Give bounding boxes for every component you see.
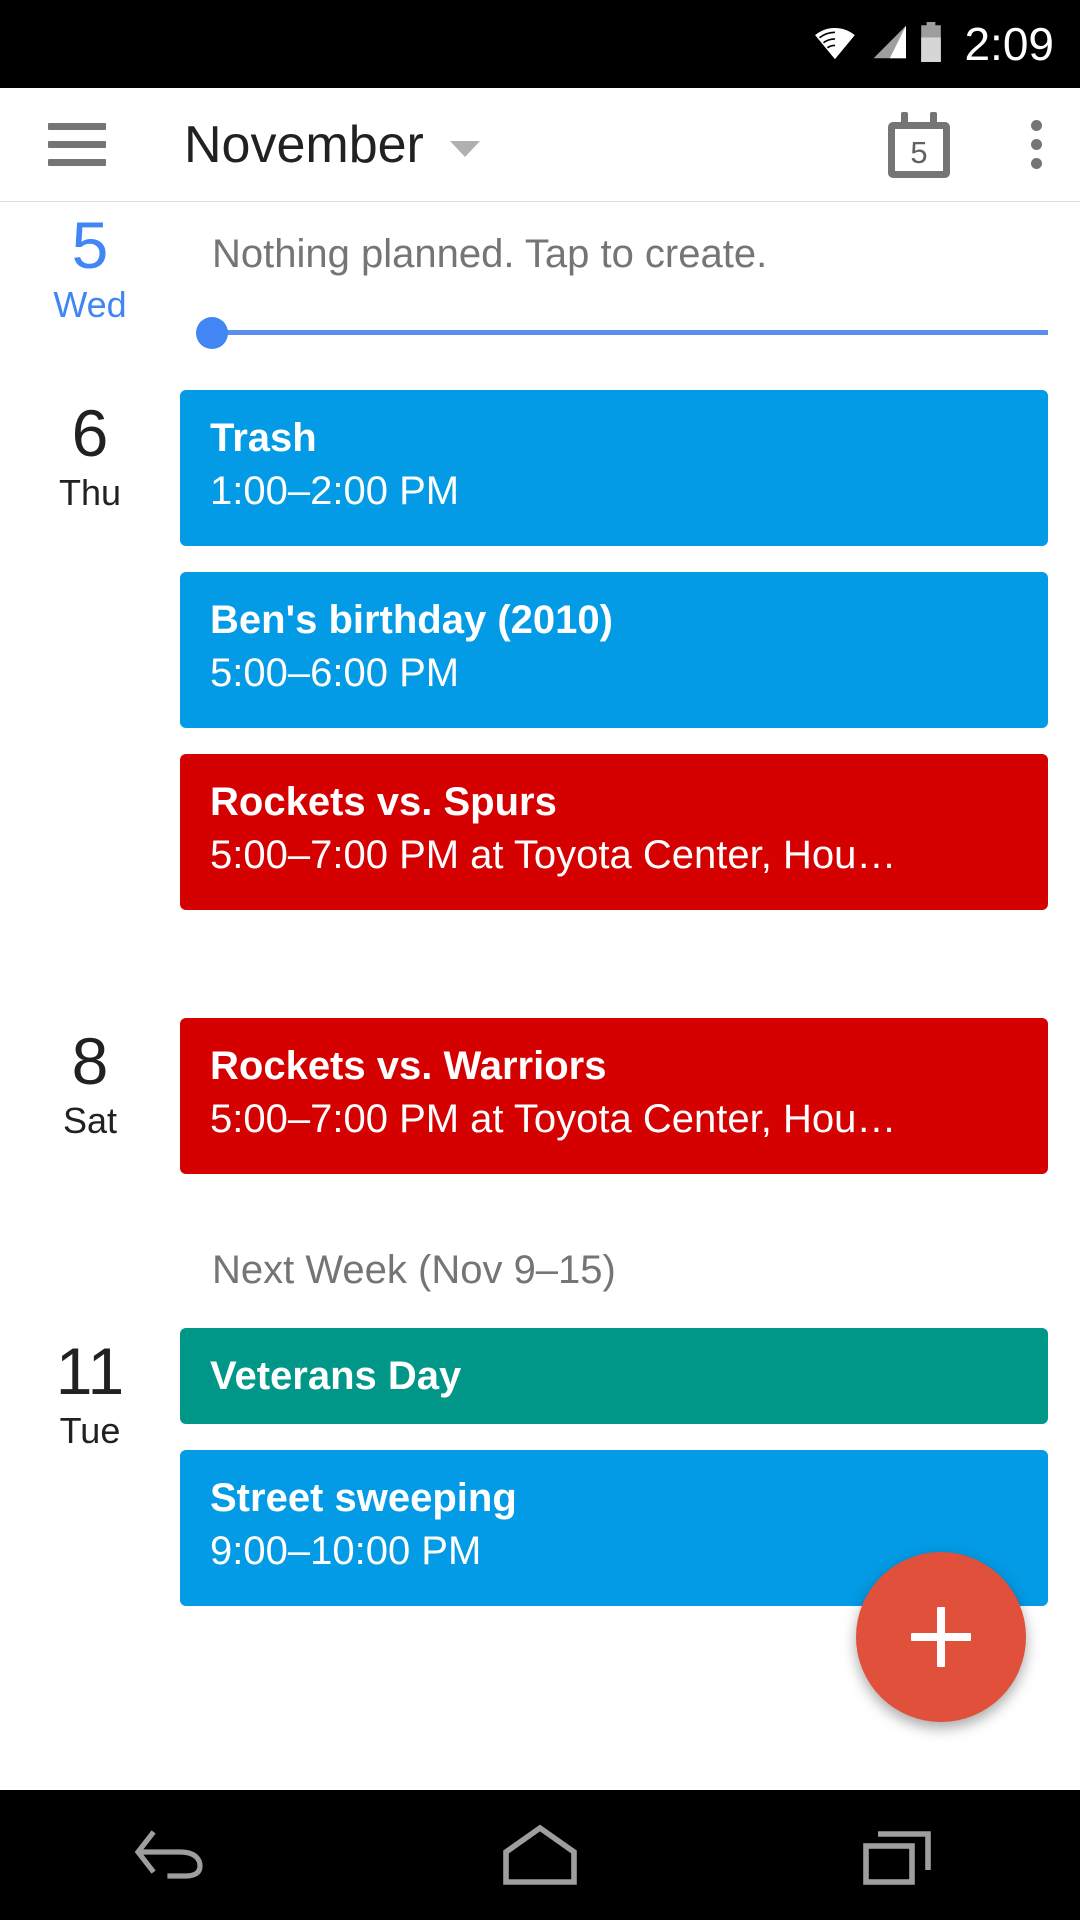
- status-bar-icons: [812, 21, 944, 67]
- system-navigation-bar: [0, 1790, 1080, 1920]
- event-card[interactable]: Ben's birthday (2010) 5:00–6:00 PM: [180, 572, 1048, 728]
- event-card[interactable]: Veterans Day: [180, 1328, 1048, 1424]
- day-gutter: 11 Tue: [0, 1328, 180, 1632]
- create-event-fab[interactable]: [856, 1552, 1026, 1722]
- wifi-icon: [812, 24, 858, 65]
- event-card[interactable]: Rockets vs. Warriors 5:00–7:00 PM at Toy…: [180, 1018, 1048, 1174]
- plus-icon: [937, 1607, 945, 1667]
- current-time-line: [212, 330, 1048, 335]
- event-subtitle: 5:00–7:00 PM at Toyota Center, Hou…: [210, 1097, 897, 1141]
- event-title: Trash: [210, 416, 317, 460]
- day-events: Nothing planned. Tap to create.: [180, 202, 1080, 362]
- day-weekday: Wed: [53, 284, 127, 325]
- home-icon[interactable]: [420, 1790, 660, 1920]
- agenda-day-row: 5 Wed Nothing planned. Tap to create.: [0, 202, 1080, 362]
- cellular-signal-icon: [868, 24, 908, 65]
- hamburger-line: [48, 159, 106, 166]
- event-subtitle: 5:00–7:00 PM at Toyota Center, Hou…: [210, 833, 897, 877]
- day-gutter: 8 Sat: [0, 1018, 180, 1200]
- empty-day-message[interactable]: Nothing planned. Tap to create.: [180, 202, 1048, 278]
- event-card[interactable]: Rockets vs. Spurs 5:00–7:00 PM at Toyota…: [180, 754, 1048, 910]
- event-title: Rockets vs. Spurs: [210, 780, 557, 824]
- status-bar: 2:09: [0, 0, 1080, 88]
- day-weekday: Thu: [58, 472, 122, 513]
- current-time-slider[interactable]: [180, 302, 1048, 362]
- agenda-day-row: 8 Sat Rockets vs. Warriors 5:00–7:00 PM …: [0, 1018, 1080, 1200]
- recents-icon[interactable]: [780, 1790, 1020, 1920]
- day-events: Trash 1:00–2:00 PM Ben's birthday (2010)…: [180, 390, 1080, 936]
- hamburger-line: [48, 123, 106, 130]
- agenda-list[interactable]: 5 Wed Nothing planned. Tap to create. 6 …: [0, 202, 1080, 1790]
- overflow-dot: [1030, 139, 1042, 150]
- calendar-today-icon[interactable]: 5: [888, 111, 950, 178]
- page-title[interactable]: November: [184, 119, 424, 171]
- calendar-today-day: 5: [910, 134, 928, 170]
- day-weekday: Sat: [62, 1100, 118, 1141]
- event-title: Rockets vs. Warriors: [210, 1044, 607, 1088]
- event-title: Street sweeping: [210, 1476, 517, 1520]
- event-card[interactable]: Trash 1:00–2:00 PM: [180, 390, 1048, 546]
- day-events: Rockets vs. Warriors 5:00–7:00 PM at Toy…: [180, 1018, 1080, 1200]
- overflow-menu-icon[interactable]: [1026, 120, 1046, 169]
- day-number: 5: [71, 208, 109, 282]
- section-header-next-week: Next Week (Nov 9–15): [212, 1248, 616, 1292]
- event-title: Veterans Day: [210, 1354, 462, 1398]
- battery-icon: [918, 21, 944, 67]
- event-subtitle: 1:00–2:00 PM: [210, 469, 460, 513]
- back-icon[interactable]: [60, 1790, 300, 1920]
- day-gutter: 5 Wed: [0, 202, 180, 362]
- overflow-dot: [1030, 158, 1042, 169]
- status-bar-clock: 2:09: [964, 18, 1054, 70]
- day-gutter: 6 Thu: [0, 390, 180, 936]
- current-time-thumb[interactable]: [196, 317, 228, 349]
- day-weekday: Tue: [59, 1410, 121, 1451]
- agenda-day-row: 6 Thu Trash 1:00–2:00 PM Ben's birthday …: [0, 390, 1080, 936]
- app-bar: November 5: [0, 88, 1080, 202]
- chevron-down-icon[interactable]: [449, 140, 480, 157]
- day-number: 8: [71, 1024, 109, 1098]
- event-title: Ben's birthday (2010): [210, 598, 613, 642]
- day-number: 6: [71, 396, 109, 470]
- day-number: 11: [55, 1334, 125, 1408]
- event-subtitle: 5:00–6:00 PM: [210, 651, 460, 695]
- hamburger-menu-icon[interactable]: [48, 123, 106, 166]
- overflow-dot: [1030, 120, 1042, 131]
- hamburger-line: [48, 141, 106, 148]
